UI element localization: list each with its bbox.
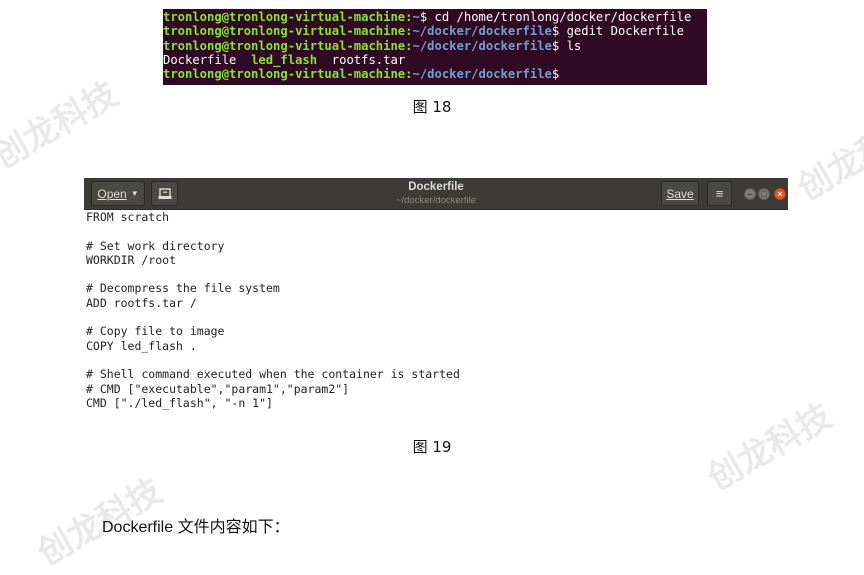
watermark: 创龙科技 bbox=[0, 74, 125, 177]
terminal-text: led_flash bbox=[251, 52, 318, 67]
body-paragraph: Dockerfile 文件内容如下： bbox=[102, 519, 290, 536]
code-line: # Copy file to image bbox=[86, 324, 225, 339]
minimize-icon: – bbox=[747, 189, 753, 199]
menu-icon: ≡ bbox=[715, 186, 724, 201]
code-line: COPY led_flash . bbox=[86, 338, 197, 353]
terminal-text: ~/docker/dockerfile bbox=[412, 38, 552, 53]
terminal-text: $ bbox=[551, 67, 560, 82]
close-icon: × bbox=[777, 189, 783, 199]
terminal-text: $ ls bbox=[551, 38, 582, 53]
terminal-text: tronlong@tronlong-virtual-machine: bbox=[163, 10, 413, 24]
terminal-text: tronlong@tronlong-virtual-machine: bbox=[163, 24, 413, 39]
terminal-text: $ gedit Dockerfile bbox=[551, 24, 684, 39]
code-line: # Decompress the file system bbox=[86, 281, 280, 296]
terminal-text: Dockerfile bbox=[163, 52, 252, 67]
code-line: FROM scratch bbox=[86, 210, 170, 224]
terminal-text: tronlong@tronlong-virtual-machine: bbox=[163, 38, 413, 53]
figure-caption-19: 图 19 bbox=[412, 438, 452, 456]
terminal-line: Dockerfile led_flash rootfs.tar bbox=[163, 53, 707, 67]
maximize-icon: □ bbox=[761, 189, 767, 199]
code-line: WORKDIR /root bbox=[86, 252, 177, 267]
code-line: ADD rootfs.tar / bbox=[86, 295, 197, 310]
maximize-button[interactable]: □ bbox=[758, 188, 770, 200]
figure-caption-18: 图 18 bbox=[412, 98, 452, 116]
terminal-text: $ cd /home/tronlong/docker/dockerfile bbox=[419, 10, 692, 24]
code-line: # Set work directory bbox=[86, 238, 225, 253]
minimize-button[interactable]: – bbox=[744, 188, 756, 200]
gedit-window: Open ▼ Dockerfile ~/docker/dockerfile Sa… bbox=[84, 178, 788, 418]
code-line: # Shell command executed when the contai… bbox=[86, 367, 460, 382]
hamburger-menu-button[interactable]: ≡ bbox=[707, 181, 732, 206]
terminal-text: tronlong@tronlong-virtual-machine: bbox=[163, 67, 413, 82]
header-bar: Open ▼ Dockerfile ~/docker/dockerfile Sa… bbox=[84, 178, 788, 210]
terminal-text: ~/docker/dockerfile bbox=[412, 67, 552, 82]
close-button[interactable]: × bbox=[774, 188, 786, 200]
save-button[interactable]: Save bbox=[661, 181, 699, 206]
terminal-text: ~/docker/dockerfile bbox=[412, 24, 552, 39]
terminal-line: tronlong@tronlong-virtual-machine:~$ cd … bbox=[163, 10, 707, 24]
code-line: CMD ["./led_flash", "-n 1"] bbox=[86, 395, 273, 410]
terminal-text: ~ bbox=[412, 10, 420, 24]
save-label: Save bbox=[666, 186, 694, 201]
editor-text-area[interactable]: FROM scratch # Set work directory WORKDIR … bbox=[86, 210, 460, 410]
terminal-line: tronlong@tronlong-virtual-machine:~/dock… bbox=[163, 24, 707, 38]
code-line: # CMD ["executable","param1","param2"] bbox=[86, 381, 350, 396]
terminal-screenshot: tronlong@tronlong-virtual-machine:~$ cd … bbox=[163, 9, 707, 85]
terminal-line: tronlong@tronlong-virtual-machine:~/dock… bbox=[163, 39, 707, 53]
terminal-text: rootfs.tar bbox=[317, 52, 406, 67]
terminal-line: tronlong@tronlong-virtual-machine:~/dock… bbox=[163, 67, 707, 81]
